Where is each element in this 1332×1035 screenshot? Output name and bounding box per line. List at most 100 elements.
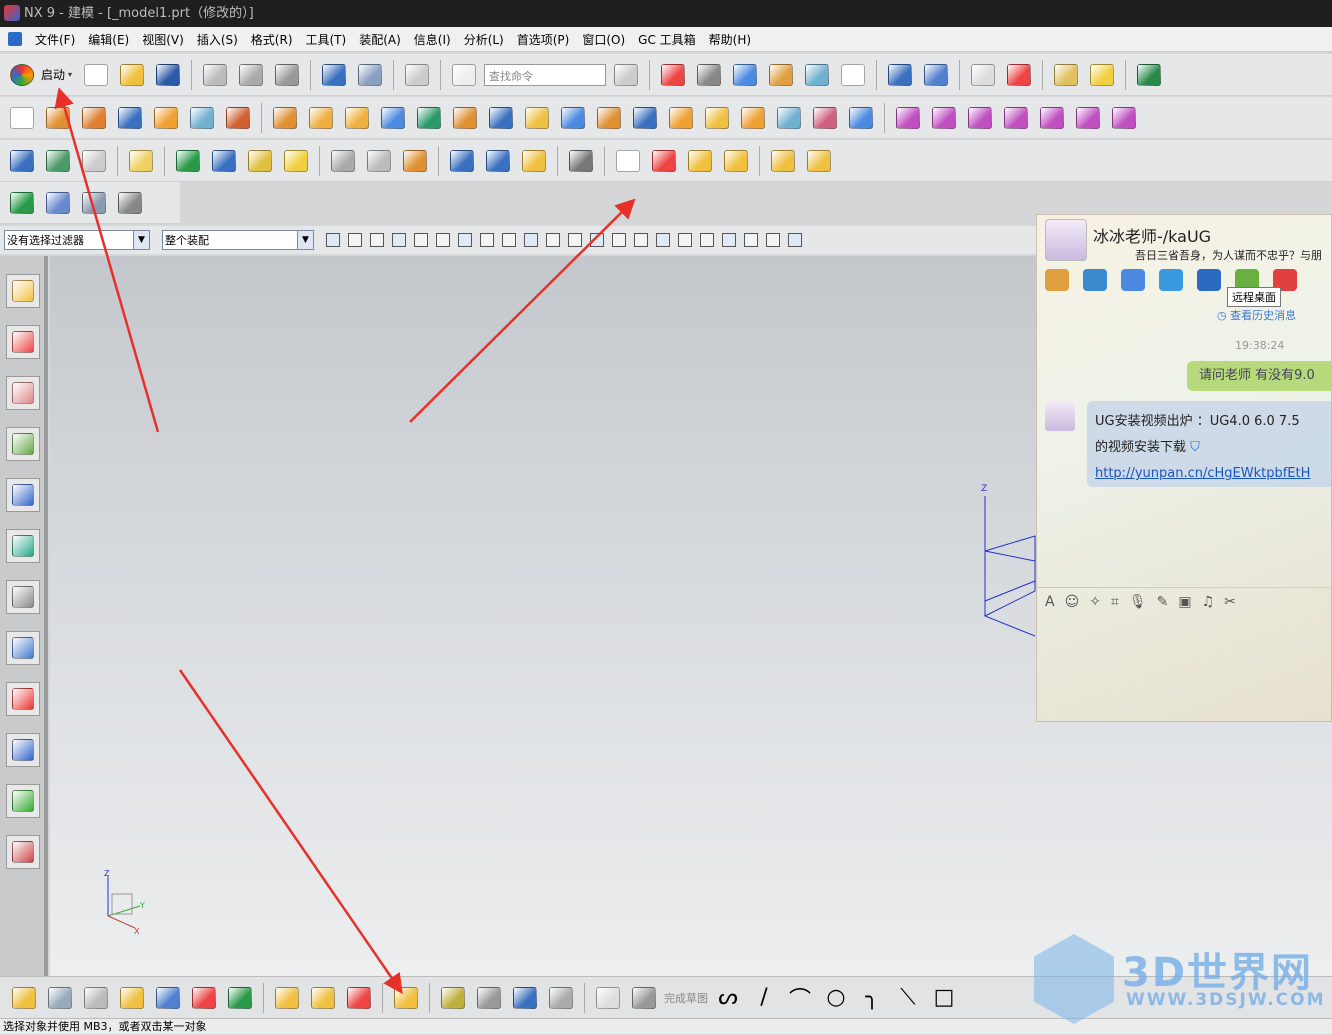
message-link[interactable]: http://yunpan.cn/cHgEWktpbfEtH (1095, 466, 1310, 481)
menu-item[interactable]: 窗口(O) (582, 31, 625, 48)
pattern-face-icon[interactable] (1108, 102, 1140, 134)
menu-item[interactable]: 装配(A) (359, 31, 401, 48)
command-finder-input[interactable]: 查找命令 (484, 63, 607, 86)
screenshot-icon[interactable]: ⌗ (1111, 594, 1119, 610)
menu-item[interactable]: 帮助(H) (709, 31, 751, 48)
selection-tool-icon[interactable] (434, 231, 452, 249)
send-file-icon[interactable] (1159, 269, 1183, 291)
label-icon[interactable] (125, 145, 157, 177)
play-icon[interactable] (1133, 59, 1165, 91)
process-studio-icon[interactable] (6, 631, 40, 665)
assembly-navigator-icon[interactable] (6, 274, 40, 308)
component-a-icon[interactable] (767, 145, 799, 177)
selection-tool-icon[interactable] (566, 231, 584, 249)
sew-icon[interactable] (593, 102, 625, 134)
selection-tool-icon[interactable] (588, 231, 606, 249)
selection-tool-icon[interactable] (786, 231, 804, 249)
chamfer-icon[interactable] (701, 102, 733, 134)
wcs-dynamic-icon[interactable] (920, 59, 952, 91)
check-geometry-icon[interactable] (172, 145, 204, 177)
avatar[interactable] (1045, 219, 1087, 261)
mirror-assembly-icon[interactable] (188, 982, 220, 1014)
layer-settings-icon[interactable] (967, 59, 999, 91)
music-icon[interactable]: ♫ (1202, 594, 1215, 610)
sketch-icon[interactable] (1050, 59, 1082, 91)
render-style-icon[interactable] (693, 59, 725, 91)
history-clock-icon[interactable] (6, 580, 40, 614)
selection-tool-icon[interactable] (632, 231, 650, 249)
search-magnifier-icon[interactable] (610, 59, 642, 91)
wave-info-icon[interactable] (509, 982, 541, 1014)
selection-tool-icon[interactable] (676, 231, 694, 249)
replace-face-icon[interactable] (928, 102, 960, 134)
roles-icon[interactable] (6, 784, 40, 818)
selection-tool-icon[interactable] (720, 231, 738, 249)
web-browser-icon[interactable] (6, 529, 40, 563)
menu-item[interactable]: GC 工具箱 (638, 31, 696, 48)
save-icon[interactable] (152, 59, 184, 91)
deformable-icon[interactable] (78, 187, 110, 219)
finish-sketch-label[interactable]: 完成草图 (664, 990, 708, 1006)
selection-tool-icon[interactable] (610, 231, 628, 249)
menu-item[interactable]: 格式(R) (251, 31, 293, 48)
sketch-new-icon[interactable] (592, 982, 624, 1014)
selection-tool-icon[interactable] (522, 231, 540, 249)
app-menu-icon[interactable] (8, 32, 22, 46)
constraint-navigator-icon[interactable] (6, 325, 40, 359)
text-note-icon[interactable] (280, 145, 312, 177)
shaded-icon[interactable] (729, 59, 761, 91)
new-file-icon[interactable] (80, 59, 112, 91)
background-icon[interactable] (837, 59, 869, 91)
layers-icon[interactable] (42, 145, 74, 177)
arc-icon[interactable]: ⌒ (784, 982, 816, 1014)
profile-icon[interactable]: ᔕ (712, 982, 744, 1014)
edit-icon[interactable]: ✎ (1157, 594, 1169, 610)
magic-icon[interactable]: ✧ (1089, 594, 1101, 610)
csys-icon[interactable] (114, 187, 146, 219)
table-icon[interactable] (648, 145, 680, 177)
roles-dynamic-icon[interactable] (6, 733, 40, 767)
selection-tool-icon[interactable] (544, 231, 562, 249)
line-icon[interactable]: / (748, 982, 780, 1014)
menu-item[interactable]: 插入(S) (197, 31, 238, 48)
face-analysis-icon[interactable] (244, 145, 276, 177)
block-icon[interactable] (114, 102, 146, 134)
pad-icon[interactable] (377, 102, 409, 134)
link-icon[interactable] (437, 982, 469, 1014)
thread-icon[interactable] (485, 102, 517, 134)
selection-tool-icon[interactable] (500, 231, 518, 249)
paint-icon[interactable] (1086, 59, 1118, 91)
paste-icon[interactable] (271, 59, 303, 91)
remote-desktop-icon[interactable] (1197, 269, 1221, 291)
trim-body-icon[interactable] (521, 102, 553, 134)
assembly-constraint-icon[interactable] (42, 187, 74, 219)
selection-tool-icon[interactable] (412, 231, 430, 249)
copy-icon[interactable] (235, 59, 267, 91)
groove-icon[interactable] (449, 102, 481, 134)
wave-geometry-icon[interactable] (44, 982, 76, 1014)
chamfer-icon[interactable]: ⟍ (892, 982, 924, 1014)
product-interface-icon[interactable] (390, 982, 422, 1014)
slot-icon[interactable] (413, 102, 445, 134)
selection-scope-select[interactable]: 整个装配 ▼ (162, 230, 314, 250)
font-icon[interactable]: A (1045, 594, 1055, 610)
edge-blend-icon[interactable] (665, 102, 697, 134)
copy-face-icon[interactable] (1000, 102, 1032, 134)
settings-group-icon[interactable] (720, 145, 752, 177)
menu-item[interactable]: 文件(F) (35, 31, 75, 48)
selection-tool-icon[interactable] (346, 231, 364, 249)
menu-item[interactable]: 分析(L) (464, 31, 504, 48)
wave-link-icon[interactable] (473, 982, 505, 1014)
folder-star-icon[interactable] (684, 145, 716, 177)
sketch-plane-icon[interactable] (6, 102, 38, 134)
screen-share-icon[interactable] (1121, 269, 1145, 291)
circle-icon[interactable]: ○ (820, 982, 852, 1014)
paste-face-icon[interactable] (1036, 102, 1068, 134)
create-array-icon[interactable] (116, 982, 148, 1014)
triangle-icon[interactable] (612, 145, 644, 177)
type-filter-select[interactable]: 没有选择过滤器 ▼ (4, 230, 150, 250)
revolve-icon[interactable] (78, 102, 110, 134)
image-icon[interactable]: ▣ (1178, 594, 1191, 610)
assembly-nav-icon[interactable] (6, 145, 38, 177)
view-orient-icon[interactable] (801, 59, 833, 91)
